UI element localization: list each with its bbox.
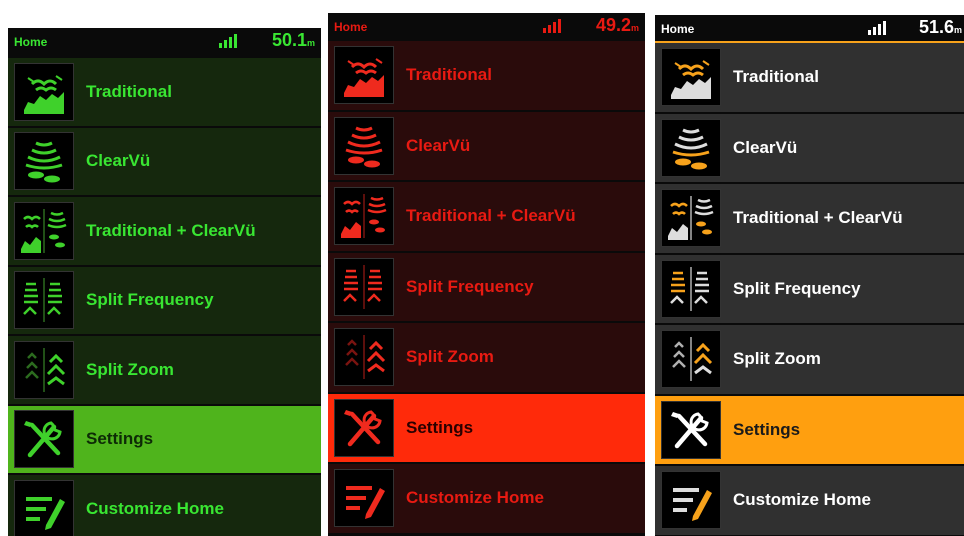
depth-value: 49.2 bbox=[595, 15, 631, 35]
split-zoom-icon bbox=[14, 340, 74, 399]
clearvu-sonar-icon bbox=[14, 132, 74, 191]
menu-item-split-zoom[interactable]: Split Zoom bbox=[8, 336, 321, 404]
menu-item-customize-home[interactable]: Customize Home bbox=[8, 475, 321, 536]
split-zoom-icon bbox=[661, 330, 721, 389]
menu-item-label: Split Frequency bbox=[733, 278, 861, 298]
menu-item-label: Split Zoom bbox=[733, 349, 821, 369]
clearvu-sonar-icon bbox=[334, 116, 394, 175]
traditional-clearvu-icon bbox=[334, 187, 394, 246]
menu-item-label: Traditional bbox=[406, 65, 492, 85]
status-bar: Home 50.1m bbox=[8, 28, 321, 54]
menu-item-split-frequency[interactable]: Split Frequency bbox=[328, 252, 645, 321]
depth-readout: 51.6m bbox=[919, 17, 962, 38]
menu-item-customize-home[interactable]: Customize Home bbox=[328, 464, 645, 533]
home-title: Home bbox=[334, 20, 368, 34]
home-menu-green-theme: Home 50.1m Traditional ClearVü Traditiona… bbox=[8, 28, 321, 536]
settings-tools-icon bbox=[661, 400, 721, 459]
menu-item-label: Customize Home bbox=[86, 498, 224, 518]
menu-item-label: Traditional + ClearVü bbox=[406, 206, 576, 226]
menu-item-label: Settings bbox=[733, 419, 801, 439]
traditional-clearvu-icon bbox=[14, 201, 74, 260]
menu-item-traditional-clearv[interactable]: Traditional + ClearVü bbox=[8, 197, 321, 265]
settings-tools-icon bbox=[334, 398, 394, 457]
status-bar: Home 49.2m bbox=[328, 13, 645, 39]
menu-item-split-zoom[interactable]: Split Zoom bbox=[655, 325, 964, 394]
split-frequency-icon bbox=[14, 271, 74, 330]
menu-item-traditional[interactable]: Traditional bbox=[655, 43, 964, 112]
split-zoom-icon bbox=[334, 328, 394, 387]
status-bar: Home 51.6m bbox=[655, 15, 964, 43]
home-menu-red-theme: Home 49.2m Traditional ClearVü Traditiona… bbox=[328, 13, 645, 536]
customize-home-icon bbox=[334, 469, 394, 528]
signal-strength-icon bbox=[219, 32, 237, 48]
menu-item-settings[interactable]: Settings bbox=[328, 393, 645, 462]
split-frequency-icon bbox=[661, 259, 721, 318]
menu-item-label: Split Zoom bbox=[86, 359, 174, 379]
settings-tools-icon bbox=[14, 410, 74, 469]
clearvu-sonar-icon bbox=[661, 118, 721, 177]
menu-item-traditional[interactable]: Traditional bbox=[328, 41, 645, 110]
menu-item-split-frequency[interactable]: Split Frequency bbox=[8, 266, 321, 334]
home-title: Home bbox=[14, 35, 48, 49]
traditional-sonar-icon bbox=[14, 62, 74, 121]
traditional-sonar-icon bbox=[334, 46, 394, 105]
traditional-sonar-icon bbox=[661, 48, 721, 107]
menu-item-traditional[interactable]: Traditional bbox=[8, 58, 321, 126]
signal-strength-icon bbox=[543, 17, 561, 33]
split-frequency-icon bbox=[334, 257, 394, 316]
home-title: Home bbox=[661, 22, 695, 36]
menu-item-label: Split Frequency bbox=[406, 276, 534, 296]
menu-item-settings[interactable]: Settings bbox=[8, 405, 321, 473]
menu-item-clearv[interactable]: ClearVü bbox=[328, 111, 645, 180]
depth-unit: m bbox=[630, 23, 639, 33]
menu-item-label: Traditional bbox=[86, 81, 172, 101]
depth-readout: 50.1m bbox=[272, 30, 315, 51]
menu-item-clearv[interactable]: ClearVü bbox=[8, 127, 321, 195]
menu-item-customize-home[interactable]: Customize Home bbox=[655, 466, 964, 535]
depth-unit: m bbox=[953, 25, 962, 35]
menu-item-label: Split Frequency bbox=[86, 290, 214, 310]
menu-item-clearv[interactable]: ClearVü bbox=[655, 113, 964, 182]
menu-item-label: Settings bbox=[406, 417, 474, 437]
menu-item-split-zoom[interactable]: Split Zoom bbox=[328, 323, 645, 392]
depth-readout: 49.2m bbox=[596, 15, 639, 36]
menu-item-label: ClearVü bbox=[733, 137, 798, 157]
traditional-clearvu-icon bbox=[661, 189, 721, 248]
menu-item-label: Traditional + ClearVü bbox=[733, 208, 903, 228]
menu-item-split-frequency[interactable]: Split Frequency bbox=[655, 254, 964, 323]
depth-value: 50.1 bbox=[271, 30, 307, 50]
menu-item-label: ClearVü bbox=[86, 151, 151, 171]
depth-unit: m bbox=[306, 38, 315, 48]
customize-home-icon bbox=[661, 471, 721, 530]
home-menu-orange-theme: Home 51.6m Traditional ClearVü Traditiona… bbox=[655, 15, 964, 536]
menu-item-label: Split Zoom bbox=[406, 347, 494, 367]
menu-item-label: Traditional bbox=[733, 67, 819, 87]
menu-item-label: ClearVü bbox=[406, 135, 471, 155]
menu-item-label: Customize Home bbox=[406, 488, 544, 508]
menu-item-traditional-clearv[interactable]: Traditional + ClearVü bbox=[328, 182, 645, 251]
menu-item-label: Settings bbox=[86, 429, 154, 449]
menu-item-settings[interactable]: Settings bbox=[655, 395, 964, 464]
menu-item-traditional-clearv[interactable]: Traditional + ClearVü bbox=[655, 184, 964, 253]
menu-item-label: Traditional + ClearVü bbox=[86, 220, 256, 240]
customize-home-icon bbox=[14, 479, 74, 536]
depth-value: 51.6 bbox=[918, 17, 954, 37]
signal-strength-icon bbox=[868, 19, 886, 35]
menu-item-label: Customize Home bbox=[733, 490, 871, 510]
